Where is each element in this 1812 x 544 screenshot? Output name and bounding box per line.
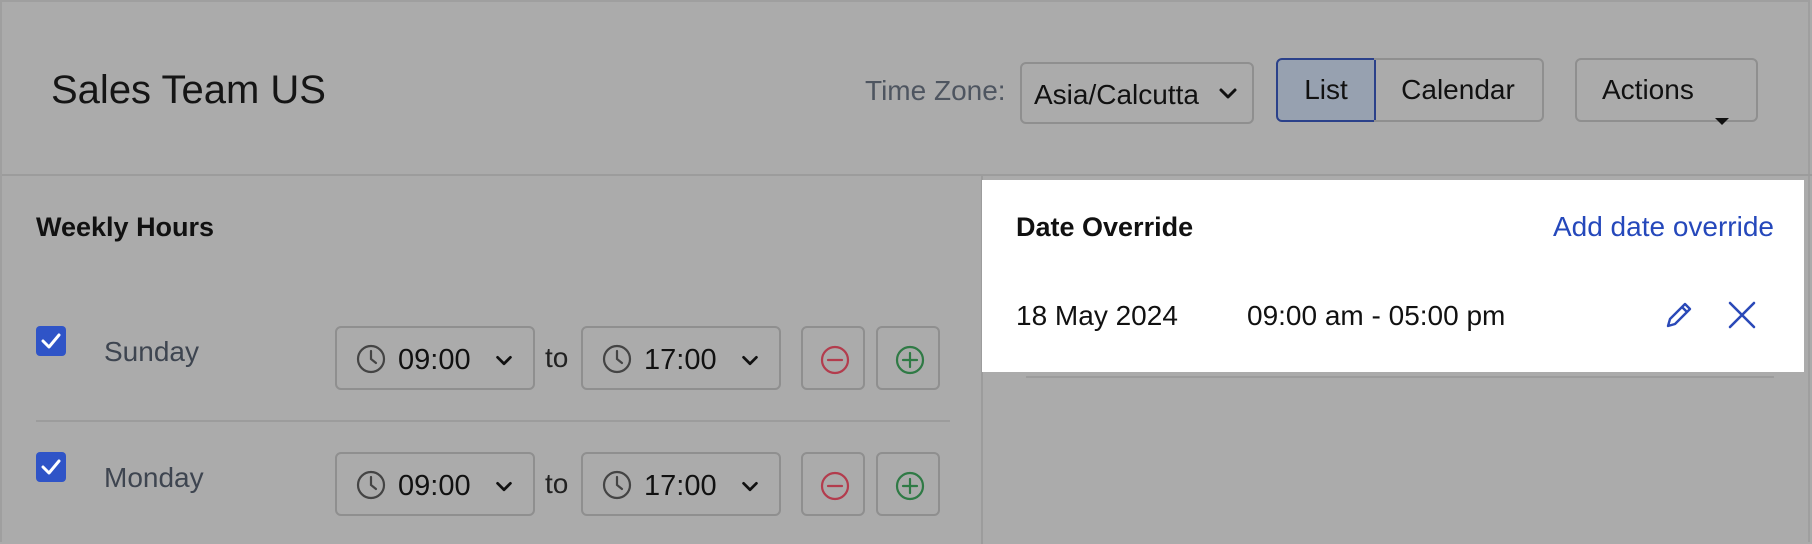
chevron-down-icon: [493, 350, 515, 377]
chevron-down-icon: [739, 476, 761, 503]
monday-end-time-select[interactable]: 17:00: [581, 452, 781, 516]
clock-icon: [601, 343, 633, 380]
start-time-value: 09:00: [398, 344, 471, 376]
date-override-card: Date Override Add date override 18 May 2…: [982, 180, 1804, 372]
view-calendar-button[interactable]: Calendar: [1374, 58, 1544, 122]
timezone-select[interactable]: Asia/Calcutta: [1020, 62, 1254, 124]
override-date: 18 May 2024: [1016, 300, 1178, 331]
date-override-title: Date Override: [1016, 212, 1194, 242]
weekly-hours-title: Weekly Hours: [36, 212, 215, 242]
plus-circle-icon: [895, 345, 925, 375]
add-date-override-link[interactable]: Add date override: [1553, 211, 1774, 243]
sunday-add-button[interactable]: [876, 326, 940, 390]
actions-label: Actions: [1602, 74, 1694, 105]
row-divider: [36, 420, 950, 422]
end-time-value: 17:00: [644, 470, 717, 502]
timezone-value: Asia/Calcutta: [1034, 79, 1199, 110]
start-time-value: 09:00: [398, 470, 471, 502]
sunday-end-time-select[interactable]: 17:00: [581, 326, 781, 390]
to-label: to: [545, 468, 569, 499]
page-title: Sales Team US: [51, 68, 326, 112]
view-list-button[interactable]: List: [1276, 58, 1376, 122]
chevron-down-icon: [739, 350, 761, 377]
monday-start-time-select[interactable]: 09:00: [335, 452, 535, 516]
override-time-range: 09:00 am - 05:00 pm: [1247, 300, 1506, 331]
chevron-down-icon: [1216, 82, 1240, 111]
clock-icon: [601, 469, 633, 506]
app-frame: Sales Team US Time Zone: Asia/Calcutta L…: [0, 0, 1812, 544]
clock-icon: [355, 469, 387, 506]
caret-down-icon: [1714, 88, 1730, 148]
sunday-start-time-select[interactable]: 09:00: [335, 326, 535, 390]
clock-icon: [355, 343, 387, 380]
plus-circle-icon: [895, 471, 925, 501]
day-label-sunday: Sunday: [104, 336, 199, 367]
close-icon[interactable]: [1725, 298, 1759, 337]
to-label: to: [545, 342, 569, 373]
override-divider: [1026, 376, 1774, 378]
timezone-label: Time Zone:: [865, 75, 1006, 106]
chevron-down-icon: [493, 476, 515, 503]
minus-circle-icon: [820, 345, 850, 375]
sunday-checkbox[interactable]: [36, 326, 66, 356]
monday-add-button[interactable]: [876, 452, 940, 516]
day-label-monday: Monday: [104, 462, 204, 493]
minus-circle-icon: [820, 471, 850, 501]
pencil-icon[interactable]: [1662, 298, 1696, 337]
sunday-remove-button[interactable]: [801, 326, 865, 390]
end-time-value: 17:00: [644, 344, 717, 376]
monday-checkbox[interactable]: [36, 452, 66, 482]
monday-remove-button[interactable]: [801, 452, 865, 516]
check-icon: [41, 333, 61, 349]
page-header: Sales Team US Time Zone: Asia/Calcutta L…: [2, 2, 1812, 176]
check-icon: [41, 459, 61, 475]
actions-dropdown-button[interactable]: Actions: [1575, 58, 1758, 125]
